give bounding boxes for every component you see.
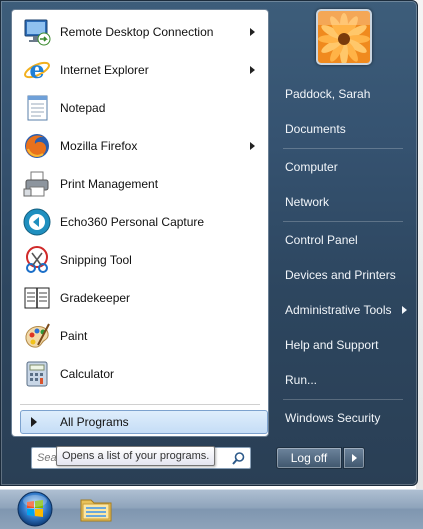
administrative-tools-label: Administrative Tools <box>285 303 392 317</box>
run-label: Run... <box>285 373 318 387</box>
computer-label: Computer <box>285 160 338 174</box>
help-and-support-link[interactable]: Help and Support <box>278 331 413 359</box>
scissors-icon <box>22 245 52 275</box>
calculator-icon <box>22 359 52 389</box>
divider <box>283 221 403 222</box>
devices-and-printers-label: Devices and Printers <box>285 268 396 282</box>
control-panel-link[interactable]: Control Panel <box>278 226 413 254</box>
network-label: Network <box>285 195 330 209</box>
program-label: Gradekeeper <box>60 291 131 305</box>
taskbar <box>0 489 423 529</box>
log-off-button[interactable]: Log off <box>276 447 342 469</box>
programs-pane: Remote Desktop Connection e Internet Exp… <box>11 9 269 437</box>
program-label: Print Management <box>60 177 159 191</box>
all-programs-label: All Programs <box>60 415 129 429</box>
program-gradekeeper[interactable]: Gradekeeper <box>12 280 268 316</box>
windows-security-label: Windows Security <box>285 411 381 425</box>
user-account-picture[interactable] <box>316 9 372 65</box>
submenu-arrow-icon[interactable] <box>402 306 407 314</box>
windows-explorer-icon[interactable] <box>76 492 116 526</box>
program-snipping-tool[interactable]: Snipping Tool <box>12 242 268 278</box>
options-arrow-icon <box>352 454 357 462</box>
windows-security-link[interactable]: Windows Security <box>278 404 413 432</box>
start-orb-icon[interactable] <box>14 489 56 529</box>
program-label: Mozilla Firefox <box>60 139 138 153</box>
program-remote-desktop[interactable]: Remote Desktop Connection <box>12 14 268 50</box>
computer-link[interactable]: Computer <box>278 153 413 181</box>
program-calculator[interactable]: Calculator <box>12 356 268 392</box>
program-paint[interactable]: Paint <box>12 318 268 354</box>
run-link[interactable]: Run... <box>278 366 413 394</box>
program-label: Remote Desktop Connection <box>60 25 214 39</box>
expand-arrow-icon <box>31 417 37 427</box>
internet-explorer-icon: e <box>22 55 52 85</box>
submenu-arrow-icon[interactable] <box>250 28 255 36</box>
all-programs-tooltip: Opens a list of your programs. <box>56 446 216 466</box>
remote-desktop-icon <box>22 17 52 47</box>
all-programs-button[interactable]: All Programs <box>20 410 268 434</box>
submenu-arrow-icon[interactable] <box>250 66 255 74</box>
divider <box>283 399 403 400</box>
user-folder-link[interactable]: Paddock, Sarah <box>278 80 413 108</box>
program-print-management[interactable]: Print Management <box>12 166 268 202</box>
start-menu: Remote Desktop Connection e Internet Exp… <box>0 0 418 486</box>
svg-text:e: e <box>29 55 44 84</box>
search-icon[interactable] <box>231 451 246 466</box>
help-and-support-label: Help and Support <box>285 338 379 352</box>
program-label: Echo360 Personal Capture <box>60 215 205 229</box>
paint-palette-icon <box>22 321 52 351</box>
notepad-icon <box>22 93 52 123</box>
documents-label: Documents <box>285 122 346 136</box>
control-panel-label: Control Panel <box>285 233 358 247</box>
documents-link[interactable]: Documents <box>278 115 413 143</box>
program-label: Internet Explorer <box>60 63 149 77</box>
program-label: Paint <box>60 329 88 343</box>
program-label: Notepad <box>60 101 106 115</box>
network-link[interactable]: Network <box>278 188 413 216</box>
flower-picture-icon <box>318 11 370 63</box>
program-notepad[interactable]: Notepad <box>12 90 268 126</box>
program-mozilla-firefox[interactable]: Mozilla Firefox <box>12 128 268 164</box>
gradebook-icon <box>22 283 52 313</box>
printer-icon <box>22 169 52 199</box>
program-internet-explorer[interactable]: e Internet Explorer <box>12 52 268 88</box>
firefox-icon <box>22 131 52 161</box>
divider <box>283 148 403 149</box>
divider <box>20 404 260 405</box>
echo360-icon <box>22 207 52 237</box>
program-label: Snipping Tool <box>60 253 132 267</box>
user-name-label: Paddock, Sarah <box>285 87 371 101</box>
program-echo360-personal-capture[interactable]: Echo360 Personal Capture <box>12 204 268 240</box>
administrative-tools-link[interactable]: Administrative Tools <box>278 296 413 324</box>
devices-and-printers-link[interactable]: Devices and Printers <box>278 261 413 289</box>
program-label: Calculator <box>60 367 115 381</box>
submenu-arrow-icon[interactable] <box>250 142 255 150</box>
shutdown-options-button[interactable] <box>343 447 365 469</box>
